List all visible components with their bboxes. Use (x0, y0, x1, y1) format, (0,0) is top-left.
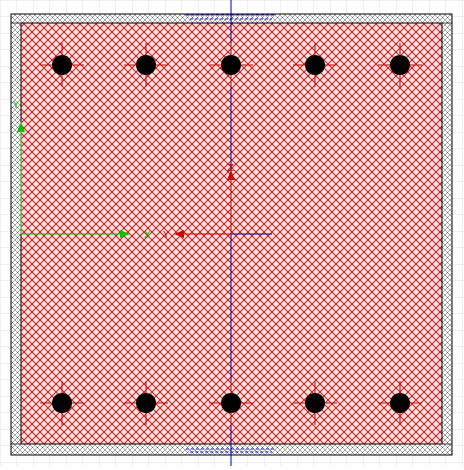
rebar-circle-icon (52, 55, 72, 75)
rebar-circle-icon (305, 55, 325, 75)
rebar-circle-icon (305, 393, 325, 413)
rebar-circle-icon (390, 55, 410, 75)
rebar-circle-icon (136, 55, 156, 75)
rebar-circle-icon (390, 393, 410, 413)
global-x-label: X (144, 230, 151, 241)
section-viewport[interactable]: Z Y Y X (0, 0, 464, 466)
local-y-label: Y (162, 230, 170, 241)
rebar-circle-icon (221, 393, 241, 413)
global-y-label: Y (12, 100, 20, 111)
rebar-circle-icon (136, 393, 156, 413)
local-z-label: Z (227, 163, 234, 174)
section-canvas[interactable]: Z Y Y X (0, 0, 464, 466)
rebar-circle-icon (221, 55, 241, 75)
rebar-circle-icon (52, 393, 72, 413)
